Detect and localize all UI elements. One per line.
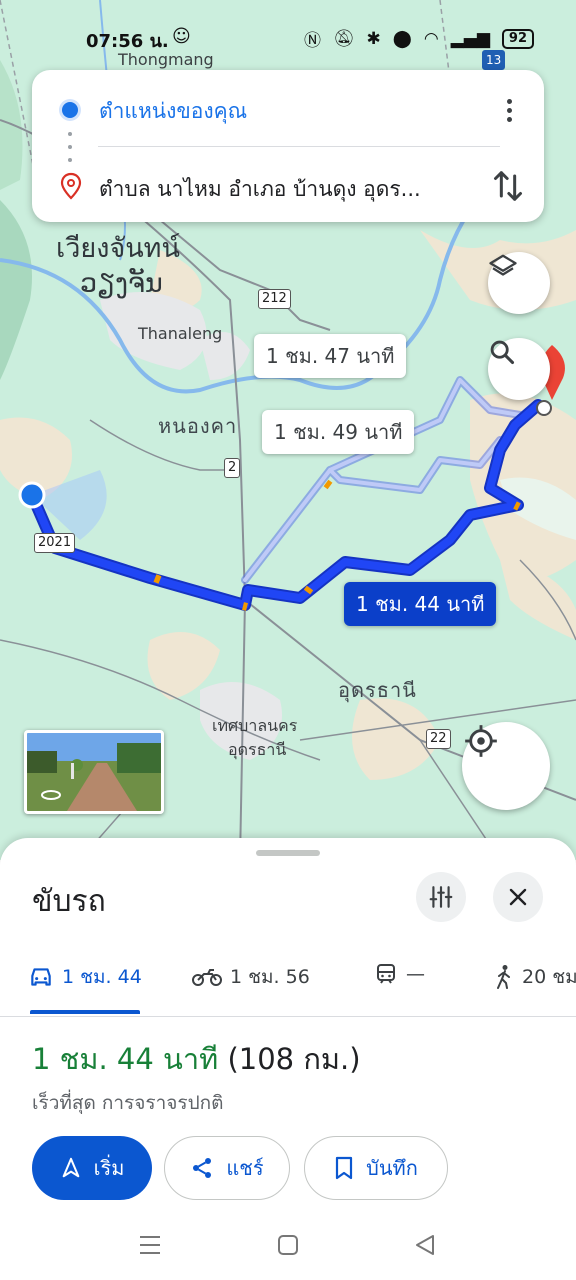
status-bar: 07:56 น. ☺ Ⓝ 🔕︎ ✱ ⬤ ◠ ▂▄▆ 92	[0, 22, 576, 52]
tab-walking-label: 20 ชม	[522, 966, 576, 988]
tab-motorcycle[interactable]: 1 ชม. 56	[192, 962, 310, 992]
map-label-udon: อุดรธานี	[338, 678, 417, 702]
navigation-icon	[62, 1157, 79, 1178]
tab-transit-label: —	[406, 963, 425, 985]
location-icon: ⬤	[392, 28, 412, 49]
road-shield-2: 2	[224, 458, 241, 478]
close-button[interactable]	[493, 872, 543, 922]
map-label-udon-city-line1: เทศบาลนคร	[212, 716, 298, 735]
nav-home-button[interactable]	[278, 1235, 298, 1255]
car-icon	[31, 968, 51, 986]
route-bubble-main[interactable]: 1 ชม. 44 นาที	[344, 582, 497, 626]
save-button[interactable]: บันทึก	[304, 1136, 448, 1200]
wifi-icon: ◠	[423, 28, 439, 49]
mute-icon: 🔕︎	[332, 28, 355, 49]
map-label-udon-city-line2: อุดรธานี	[228, 740, 287, 759]
save-button-label: บันทึก	[366, 1156, 418, 1180]
train-icon	[377, 964, 395, 984]
sheet-title: ขับรถ	[32, 884, 106, 919]
divider	[98, 146, 500, 147]
route-search-card: ตำแหน่งของคุณ ตำบล นาไหม อำเภอ บ้านดุง อ…	[32, 70, 544, 222]
tab-transit[interactable]: —	[374, 962, 425, 986]
tab-walking[interactable]: 20 ชม	[494, 962, 576, 992]
route-duration: 1 ชม. 44 นาที	[32, 1042, 219, 1076]
signal-icon: ▂▄▆	[450, 28, 490, 49]
motorcycle-icon	[192, 969, 222, 986]
layers-button[interactable]	[488, 252, 550, 314]
status-app-icon: ☺	[172, 26, 191, 47]
start-button[interactable]: เริ่ม	[32, 1136, 152, 1200]
road-shield-212: 212	[258, 289, 291, 309]
street-view-thumbnail[interactable]	[24, 730, 164, 814]
walk-icon	[497, 965, 510, 989]
search-icon	[490, 340, 515, 365]
map-label-nong-khai: หนองคา	[158, 414, 238, 438]
my-location-button[interactable]	[462, 722, 550, 810]
destination-pin-icon	[60, 172, 82, 200]
more-options-button[interactable]	[494, 92, 524, 128]
route-bubble-alt-2[interactable]: 1 ชม. 49 นาที	[262, 410, 415, 454]
origin-dot-icon	[62, 102, 78, 118]
system-nav-bar	[0, 1210, 576, 1280]
drag-handle[interactable]	[256, 850, 320, 856]
share-icon	[193, 1158, 212, 1178]
destination-field[interactable]: ตำบล นาไหม อำเภอ บ้านดุง อุดร...	[99, 173, 469, 206]
map-label-thanaleng: Thanaleng	[138, 324, 223, 343]
tabs-divider	[0, 1016, 576, 1017]
tab-motorcycle-label: 1 ชม. 56	[230, 966, 310, 988]
tune-icon	[429, 886, 453, 908]
more-vert-icon	[506, 98, 512, 104]
travel-mode-tabs: 1 ชม. 44 1 ชม. 56 — 20 ชม	[0, 954, 576, 1018]
road-shield-13: 13	[482, 50, 506, 70]
status-time: 07:56 น.	[86, 31, 169, 52]
nav-back-button[interactable]	[416, 1235, 434, 1255]
active-tab-indicator	[30, 1010, 140, 1014]
origin-field[interactable]: ตำแหน่งของคุณ	[99, 95, 247, 128]
road-shield-2021: 2021	[34, 533, 76, 553]
status-icons: Ⓝ 🔕︎ ✱ ⬤ ◠ ▂▄▆ 92	[304, 26, 534, 51]
battery-indicator: 92	[501, 28, 534, 49]
route-connector-icon	[68, 132, 72, 162]
route-summary: 1 ชม. 44 นาที (108 กม.)	[32, 1036, 361, 1082]
crosshair-icon	[465, 725, 497, 757]
route-bubble-alt-1[interactable]: 1 ชม. 47 นาที	[254, 334, 407, 378]
search-along-route-button[interactable]	[488, 338, 550, 400]
swap-locations-button[interactable]	[488, 166, 528, 206]
swap-vert-icon	[494, 171, 522, 201]
map-label-vientiane-thai: เวียงจันทน์	[56, 233, 180, 264]
nav-menu-button[interactable]	[140, 1236, 160, 1254]
share-button[interactable]: แชร์	[164, 1136, 290, 1200]
road-shield-22: 22	[426, 729, 451, 749]
close-icon	[509, 888, 527, 906]
route-options-button[interactable]	[416, 872, 466, 922]
layers-icon	[489, 254, 517, 276]
start-button-label: เริ่ม	[93, 1156, 125, 1180]
rotate-360-icon	[41, 790, 61, 800]
share-button-label: แชร์	[226, 1156, 264, 1180]
map-label-vientiane-lao: ວຽງຈັນ	[80, 268, 163, 299]
bluetooth-icon: ✱	[366, 28, 381, 49]
route-subtitle: เร็วที่สุด การจราจรปกติ	[32, 1092, 224, 1114]
route-distance: (108 กม.)	[227, 1042, 361, 1076]
tab-driving-label: 1 ชม. 44	[62, 966, 142, 988]
bookmark-icon	[336, 1156, 353, 1180]
nfc-icon: Ⓝ	[303, 31, 321, 51]
tab-driving[interactable]: 1 ชม. 44	[28, 962, 142, 992]
